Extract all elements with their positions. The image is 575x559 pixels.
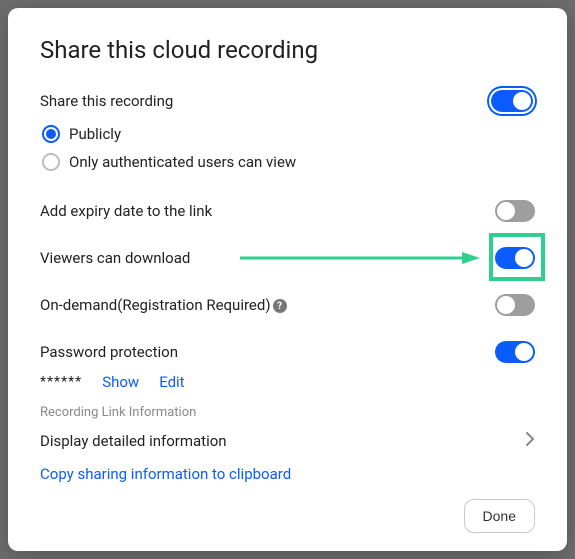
done-button[interactable]: Done [464,499,535,533]
share-recording-toggle[interactable] [489,88,535,114]
password-edit-link[interactable]: Edit [159,373,184,391]
annotation-arrow-icon [240,250,480,266]
display-detailed-label: Display detailed information [40,432,227,450]
password-label: Password protection [40,343,178,361]
radio-icon [42,153,60,171]
password-toggle[interactable] [495,341,535,363]
modal-title: Share this cloud recording [40,36,535,64]
expiry-label: Add expiry date to the link [40,202,212,220]
radio-icon [42,125,60,143]
download-row: Viewers can download [40,239,535,277]
expiry-toggle[interactable] [495,200,535,222]
share-scope-radio-group: Publicly Only authenticated users can vi… [40,120,535,176]
modal-footer: Done [40,483,535,533]
password-mask: ****** [40,374,82,390]
radio-authenticated[interactable]: Only authenticated users can view [42,148,535,176]
download-toggle[interactable] [495,247,535,269]
password-controls: ****** Show Edit [40,373,535,391]
help-icon[interactable]: ? [273,299,287,313]
ondemand-toggle[interactable] [495,294,535,316]
ondemand-label-text: On-demand(Registration Required) [40,296,271,314]
ondemand-row: On-demand(Registration Required)? [40,286,535,324]
link-info-heading: Recording Link Information [40,405,535,420]
expiry-row: Add expiry date to the link [40,192,535,230]
ondemand-label: On-demand(Registration Required)? [40,296,287,314]
share-recording-modal: Share this cloud recording Share this re… [8,8,567,551]
display-detailed-row[interactable]: Display detailed information [40,424,535,458]
share-recording-label: Share this recording [40,92,173,110]
radio-publicly[interactable]: Publicly [42,120,535,148]
password-row: Password protection [40,333,535,371]
password-show-link[interactable]: Show [102,373,139,391]
share-recording-row: Share this recording [40,82,535,120]
chevron-right-icon [525,431,535,451]
radio-publicly-label: Publicly [69,125,121,143]
copy-sharing-link[interactable]: Copy sharing information to clipboard [40,465,291,483]
radio-authenticated-label: Only authenticated users can view [69,153,296,171]
download-label: Viewers can download [40,249,190,267]
copy-sharing-row: Copy sharing information to clipboard [40,464,535,483]
